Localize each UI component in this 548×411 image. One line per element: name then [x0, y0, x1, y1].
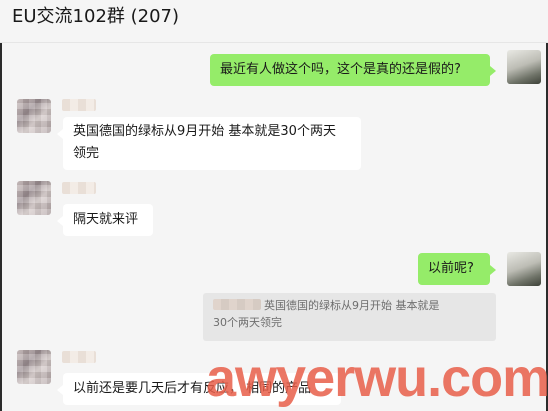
message-text: 最近有人做这个吗，这个是真的还是假的?	[220, 62, 461, 77]
chat-header: EU交流102群 (207)	[0, 0, 548, 43]
message-text: 隔天就来评	[73, 212, 139, 227]
message-bubble-sent[interactable]: 最近有人做这个吗，这个是真的还是假的?	[210, 54, 496, 86]
sender-avatar[interactable]	[17, 350, 51, 384]
message-bubble-received[interactable]: 隔天就来评	[57, 204, 153, 236]
my-avatar[interactable]	[507, 252, 541, 286]
my-avatar[interactable]	[507, 50, 541, 84]
message-bubble-received[interactable]: 英国德国的绿标从9月开始 基本就是30个两天 领完	[57, 117, 361, 170]
sender-name	[62, 182, 96, 194]
quoted-sender-name	[213, 299, 261, 310]
quoted-text-line: 英国德国的绿标从9月开始 基本就是	[264, 299, 440, 312]
message-bubble-sent[interactable]: 以前呢?	[418, 253, 496, 285]
sender-avatar[interactable]	[17, 99, 51, 133]
message-text-line: 英国德国的绿标从9月开始 基本就是30个两天	[73, 124, 336, 139]
sender-name	[62, 351, 96, 363]
chat-title[interactable]: EU交流102群 (207)	[12, 6, 179, 28]
message-text-line: 领完	[73, 146, 100, 161]
quoted-text-line: 30个两天领完	[213, 316, 282, 329]
sender-name	[62, 99, 96, 111]
site-watermark: awyerwu.com	[206, 348, 548, 408]
sender-avatar[interactable]	[17, 181, 51, 215]
message-text: 以前呢?	[428, 261, 474, 276]
quoted-message[interactable]: 英国德国的绿标从9月开始 基本就是 30个两天领完	[203, 293, 496, 341]
